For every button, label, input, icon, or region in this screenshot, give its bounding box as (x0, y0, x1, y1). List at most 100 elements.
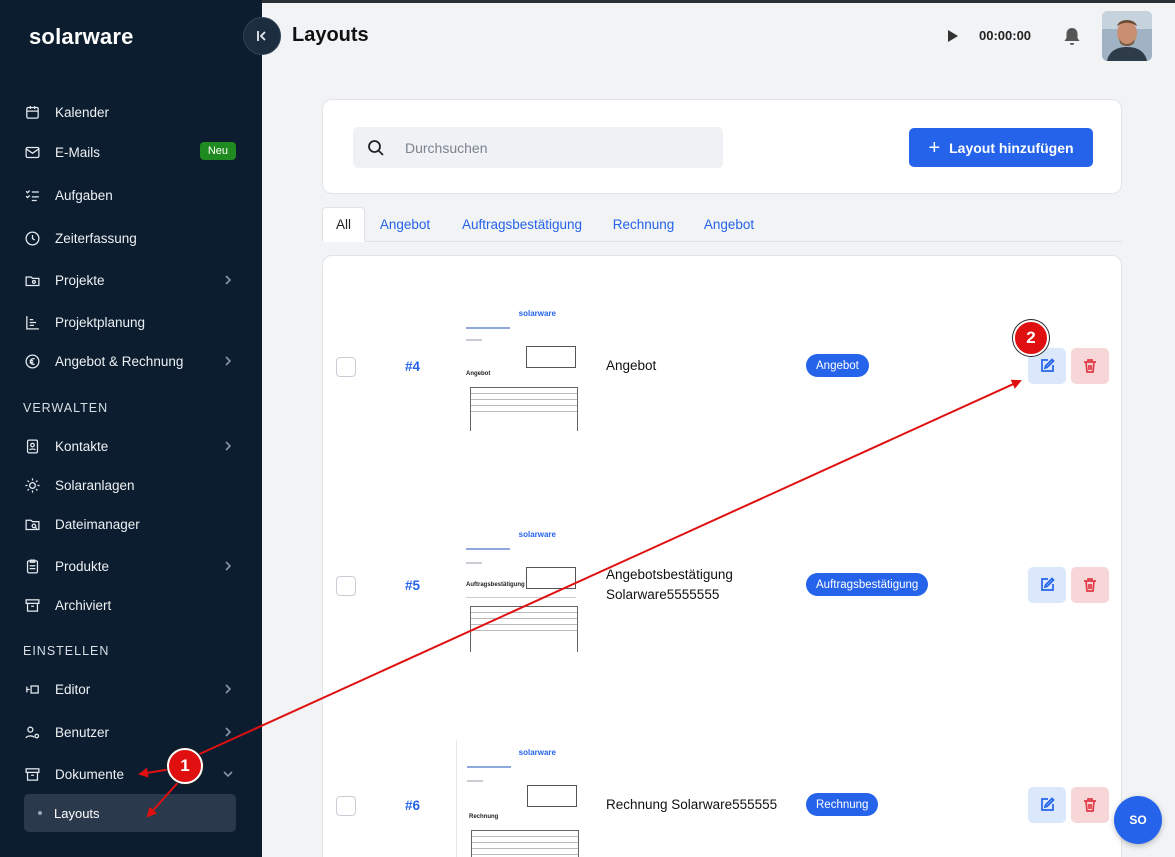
layout-thumbnail[interactable]: solarware Auftragsbestätigung (456, 522, 580, 652)
sidebar-item-solaranlagen[interactable]: Solaranlagen (0, 468, 262, 502)
chevron-right-icon (222, 355, 234, 367)
chat-fab-button[interactable]: SO (1114, 796, 1162, 844)
user-settings-icon (23, 723, 41, 741)
sidebar-item-produkte[interactable]: Produkte (0, 549, 262, 583)
chevron-right-icon (222, 683, 234, 695)
chevron-right-icon (222, 726, 234, 738)
thumbnail-line (466, 562, 482, 564)
layout-id[interactable]: #4 (405, 359, 420, 374)
thumbnail-title: Rechnung (469, 814, 499, 820)
edit-icon (1041, 577, 1055, 591)
collapse-sidebar-button[interactable] (243, 17, 281, 55)
plus-icon: + (928, 136, 941, 159)
row-checkbox[interactable] (336, 357, 356, 377)
sidebar-item-label: Angebot & Rechnung (55, 353, 184, 369)
table-row: #6 solarware Rechnung Rechnung Solarware… (323, 730, 1123, 857)
tab-all[interactable]: All (322, 207, 365, 242)
sidebar-item-kontakte[interactable]: Kontakte (0, 429, 262, 463)
contact-icon (23, 437, 41, 455)
layout-name: Rechnung Solarware555555 (606, 797, 778, 812)
tab-angebot-2[interactable]: Angebot (694, 207, 764, 242)
delete-button[interactable] (1071, 787, 1109, 823)
section-label-einstellen: EINSTELLEN (23, 644, 110, 658)
euro-icon (23, 352, 41, 370)
annotation-marker-2: 2 (1013, 320, 1049, 356)
editor-icon (23, 680, 41, 698)
sidebar-item-zeiterfassung[interactable]: Zeiterfassung (0, 221, 262, 255)
delete-button[interactable] (1071, 567, 1109, 603)
sidebar-item-dokumente[interactable]: Dokumente (0, 757, 262, 791)
sidebar-item-aufgaben[interactable]: Aufgaben (0, 178, 262, 212)
table-row: #4 solarware Angebot Angebot Angebot (323, 291, 1123, 441)
row-checkbox[interactable] (336, 796, 356, 816)
mail-icon (23, 143, 41, 161)
edit-icon (1041, 797, 1055, 811)
sidebar-subitem-layouts[interactable]: Layouts (24, 794, 236, 832)
folder-search-icon (23, 515, 41, 533)
edit-button[interactable] (1028, 787, 1066, 823)
sidebar-item-archiviert[interactable]: Archiviert (0, 588, 262, 622)
layout-list: #4 solarware Angebot Angebot Angebot #5 … (322, 255, 1122, 857)
thumbnail-line (467, 780, 483, 782)
sidebar-item-editor[interactable]: Editor (0, 672, 262, 706)
sidebar-item-angebot-rechnung[interactable]: Angebot & Rechnung (0, 344, 262, 378)
bell-icon[interactable] (1063, 26, 1081, 46)
documents-icon (23, 765, 41, 783)
tab-angebot[interactable]: Angebot (370, 207, 440, 242)
sidebar-item-dateimanager[interactable]: Dateimanager (0, 507, 262, 541)
clipboard-icon (23, 557, 41, 575)
thumbnail-logo: solarware (518, 530, 556, 539)
tab-rechnung[interactable]: Rechnung (604, 207, 683, 242)
search-icon (368, 139, 384, 156)
sidebar-item-emails[interactable]: E-Mails Neu (0, 135, 262, 169)
sidebar-item-label: E-Mails (55, 144, 101, 160)
sidebar: solarware Kalender E-Mails Neu Aufgaben … (0, 0, 262, 857)
brand-logo[interactable]: solarware (29, 24, 134, 50)
layout-thumbnail[interactable]: solarware Angebot (456, 301, 580, 431)
sun-icon (23, 476, 41, 494)
section-label-verwalten: VERWALTEN (23, 401, 109, 415)
chevron-down-icon (222, 768, 234, 780)
add-layout-button[interactable]: + Layout hinzufügen (909, 128, 1093, 167)
folder-icon (23, 271, 41, 289)
page-title: Layouts (292, 24, 369, 46)
row-checkbox[interactable] (336, 576, 356, 596)
trash-icon (1084, 578, 1096, 592)
calendar-icon (23, 103, 41, 121)
gantt-icon (23, 313, 41, 331)
layout-id[interactable]: #6 (405, 798, 420, 813)
sidebar-item-label: Solaranlagen (55, 477, 135, 493)
search-input[interactable] (405, 139, 695, 156)
thumbnail-title: Angebot (466, 371, 491, 377)
search-card: + Layout hinzufügen (322, 99, 1122, 194)
table-row: #5 solarware Auftragsbestätigung Angebot… (323, 510, 1123, 660)
chevron-right-icon (222, 274, 234, 286)
thumbnail-address-box (526, 567, 576, 589)
sidebar-item-projektplanung[interactable]: Projektplanung (0, 305, 262, 339)
user-avatar[interactable] (1102, 11, 1152, 61)
tab-auftragsbestaetigung[interactable]: Auftragsbestätigung (452, 207, 592, 242)
delete-button[interactable] (1071, 348, 1109, 384)
collapse-left-icon (257, 31, 266, 41)
thumbnail-line (466, 597, 576, 598)
layout-id[interactable]: #5 (405, 578, 420, 593)
sidebar-item-kalender[interactable]: Kalender (0, 95, 262, 129)
search-box[interactable] (353, 127, 723, 168)
sidebar-item-projekte[interactable]: Projekte (0, 263, 262, 297)
thumbnail-table (470, 387, 578, 431)
play-icon[interactable] (947, 29, 959, 43)
thumbnail-table (470, 606, 578, 652)
sidebar-item-label: Dokumente (55, 766, 125, 782)
edit-button[interactable] (1028, 567, 1066, 603)
layout-thumbnail[interactable]: solarware Rechnung (456, 740, 580, 857)
layout-name: Angebot (606, 358, 657, 373)
sidebar-item-label: Zeiterfassung (55, 230, 137, 246)
thumbnail-logo: solarware (518, 309, 556, 318)
archive-icon (23, 596, 41, 614)
new-badge: Neu (199, 142, 236, 160)
sidebar-item-label: Aufgaben (55, 187, 113, 203)
type-badge: Auftragsbestätigung (806, 573, 929, 596)
type-badge: Angebot (806, 354, 869, 377)
sidebar-item-benutzer[interactable]: Benutzer (0, 715, 262, 749)
thumbnail-address-box (526, 346, 576, 368)
